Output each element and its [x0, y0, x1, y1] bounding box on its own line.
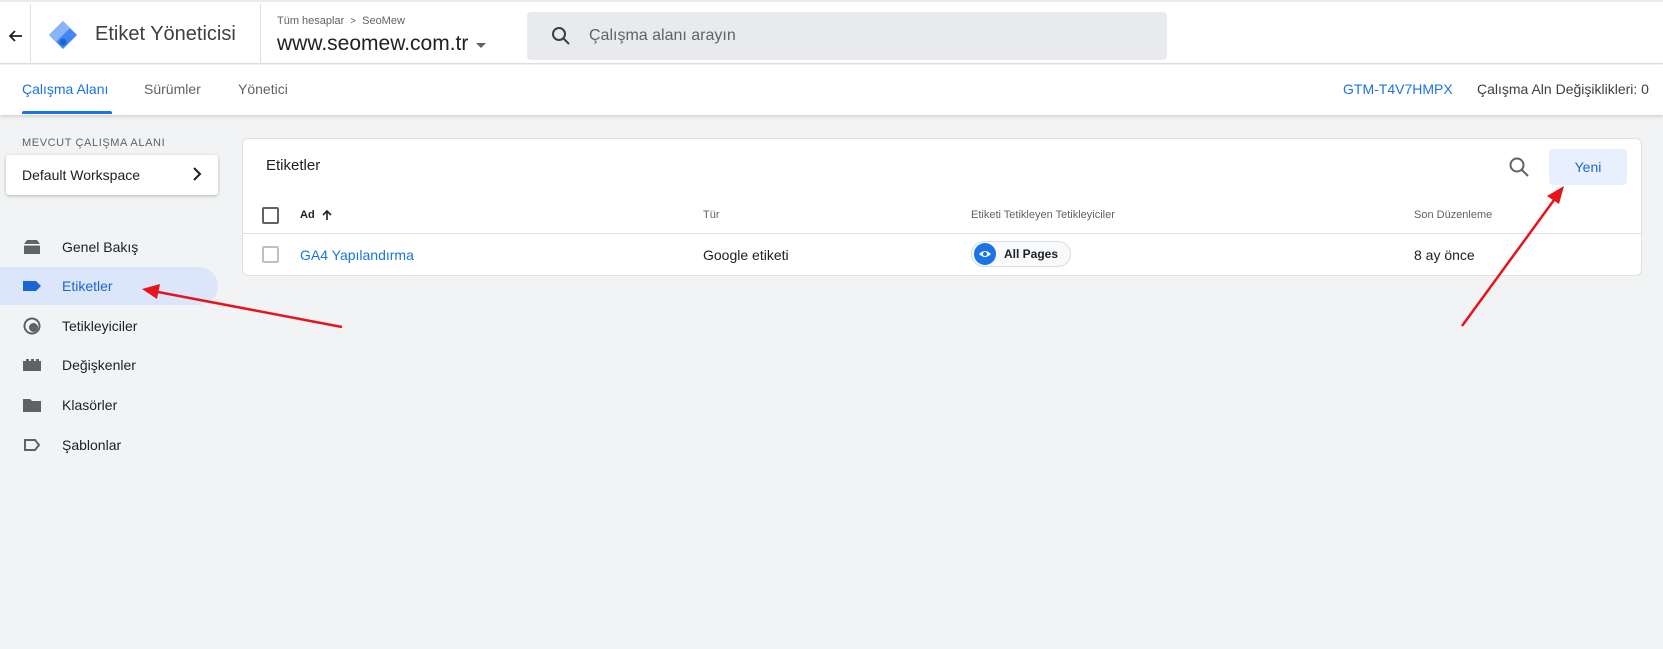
workspace-name: Default Workspace: [22, 167, 141, 183]
search-placeholder: Çalışma alanı arayın: [589, 27, 736, 44]
variables-icon: [23, 359, 41, 371]
column-header-name[interactable]: Ad: [300, 209, 333, 221]
app-title: Etiket Yöneticisi: [95, 23, 236, 45]
active-tab-indicator: [22, 111, 112, 114]
sidebar-item-folders[interactable]: Klasörler: [0, 386, 218, 424]
sidebar-item-label: Genel Bakış: [62, 239, 139, 255]
container-name: www.seomew.com.tr: [277, 32, 469, 55]
current-workspace-label: MEVCUT ÇALIŞMA ALANI: [22, 137, 166, 149]
overview-icon: [24, 240, 40, 254]
trigger-chip[interactable]: All Pages: [971, 241, 1072, 267]
tab-workspace[interactable]: Çalışma Alanı: [22, 81, 108, 97]
table-row[interactable]: GA4 Yapılandırma Google etiketi All Page…: [243, 235, 1643, 275]
divider: [260, 4, 261, 64]
workspace-changes: Çalışma Aln Değişiklikleri: 0: [1477, 81, 1649, 97]
column-header-last-edited[interactable]: Son Düzenleme: [1414, 209, 1492, 221]
container-selector[interactable]: www.seomew.com.tr: [277, 32, 487, 56]
eye-icon: [974, 243, 996, 265]
select-all-checkbox[interactable]: [262, 207, 279, 224]
sidebar-item-label: Şablonlar: [62, 437, 122, 453]
sidebar-item-templates[interactable]: Şablonlar: [0, 426, 218, 464]
sidebar-item-tags[interactable]: Etiketler: [0, 267, 218, 305]
tab-admin[interactable]: Yönetici: [238, 81, 288, 97]
search-icon: [552, 27, 570, 45]
sidebar-item-label: Klasörler: [62, 397, 118, 413]
dropdown-caret-icon: [476, 43, 487, 48]
table-header: Ad Tür Etiketi Tetikleyen Tetikleyiciler…: [243, 197, 1643, 234]
new-tag-button[interactable]: Yeni: [1549, 149, 1627, 185]
breadcrumb-all-accounts[interactable]: Tüm hesaplar: [277, 15, 344, 27]
divider: [30, 4, 31, 64]
sidebar-item-triggers[interactable]: Tetikleyiciler: [0, 307, 218, 345]
gtm-logo-icon: [49, 21, 77, 49]
tab-versions[interactable]: Sürümler: [144, 81, 201, 97]
sub-navigation: Çalışma Alanı Sürümler Yönetici GTM-T4V7…: [0, 65, 1663, 115]
tag-icon: [23, 281, 41, 291]
tag-type: Google etiketi: [703, 247, 789, 263]
trigger-icon: [23, 317, 41, 335]
column-header-label: Ad: [300, 209, 315, 221]
search-icon[interactable]: [1508, 156, 1530, 178]
sort-ascending-icon: [322, 209, 332, 220]
template-icon: [24, 439, 41, 451]
workspace-selector[interactable]: Default Workspace: [6, 155, 218, 195]
chevron-right-icon: [192, 166, 202, 184]
sidebar-item-variables[interactable]: Değişkenler: [0, 346, 218, 384]
trigger-chip-label: All Pages: [1004, 247, 1059, 261]
top-app-bar: Etiket Yöneticisi Tüm hesaplar > SeoMew …: [0, 0, 1663, 64]
container-id-link[interactable]: GTM-T4V7HMPX: [1343, 81, 1453, 97]
back-arrow-icon[interactable]: [4, 24, 28, 48]
account-breadcrumb[interactable]: Tüm hesaplar > SeoMew: [277, 15, 405, 27]
chevron-right-icon: >: [350, 15, 357, 27]
card-title: Etiketler: [266, 157, 321, 174]
column-header-type[interactable]: Tür: [703, 209, 720, 221]
sidebar-item-label: Tetikleyiciler: [62, 318, 138, 334]
sidebar-item-label: Etiketler: [62, 278, 113, 294]
breadcrumb-account[interactable]: SeoMew: [362, 15, 405, 27]
tag-name-link[interactable]: GA4 Yapılandırma: [300, 247, 414, 263]
folder-icon: [23, 399, 41, 412]
row-checkbox[interactable]: [262, 246, 279, 263]
sidebar-item-label: Değişkenler: [62, 357, 136, 373]
tags-card: Etiketler Yeni Ad Tür Etiketi Tetikleyen…: [242, 138, 1643, 276]
column-header-triggers[interactable]: Etiketi Tetikleyen Tetikleyiciler: [971, 209, 1115, 221]
last-edited-value: 8 ay önce: [1414, 247, 1475, 263]
workspace-search[interactable]: Çalışma alanı arayın: [527, 12, 1167, 60]
sidebar-item-overview[interactable]: Genel Bakış: [0, 228, 218, 266]
